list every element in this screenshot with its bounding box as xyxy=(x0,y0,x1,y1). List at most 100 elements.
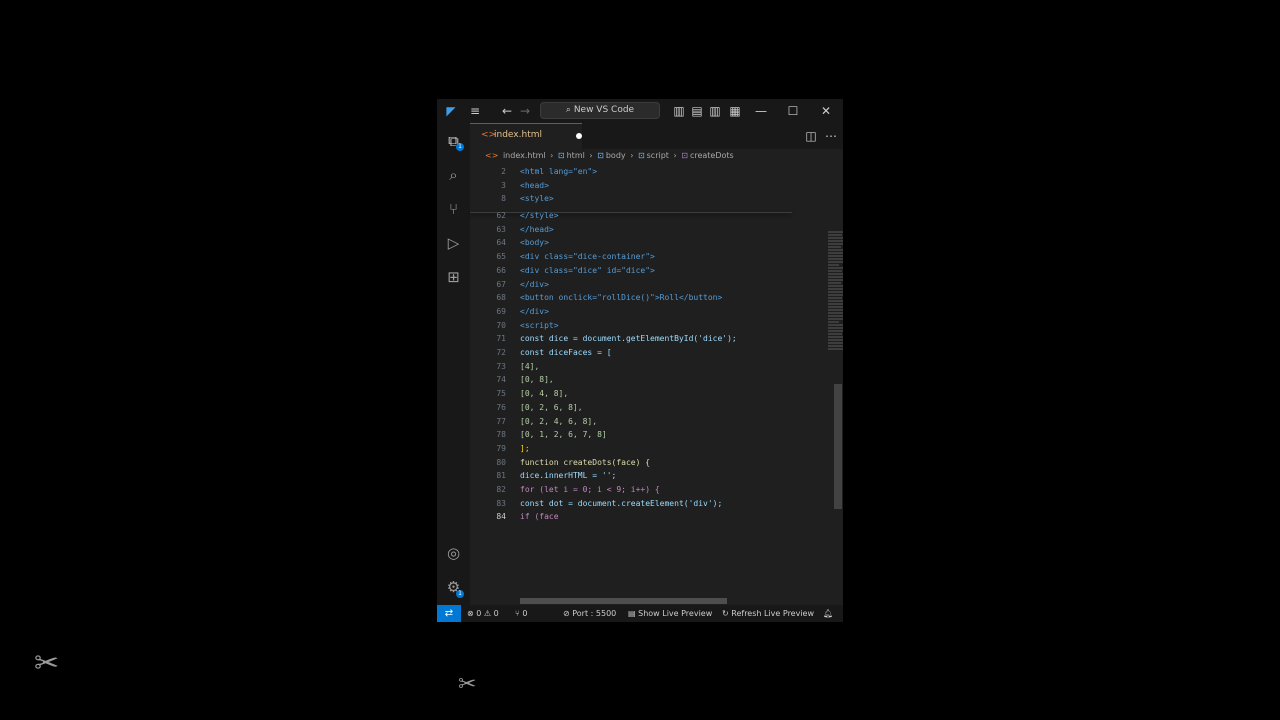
line-number: 73 xyxy=(496,361,506,371)
problems-indicator[interactable]: ⊗ 0 ⚠ 0 xyxy=(467,605,499,622)
code-line[interactable]: 77 [0, 2, 4, 6, 8], xyxy=(470,415,800,429)
chevron-right-icon: › xyxy=(589,151,593,160)
code-text: <html lang="en"> xyxy=(520,167,598,176)
code-text: <body> xyxy=(520,238,549,248)
code-text: </div> xyxy=(520,306,549,316)
explorer-badge: 1 xyxy=(456,143,464,151)
line-number: 70 xyxy=(496,320,506,330)
code-line[interactable]: 65 <div class="dice-container"> xyxy=(470,250,800,264)
minimize-icon[interactable]: — xyxy=(753,99,769,123)
code-line[interactable]: 72 const diceFaces = [ xyxy=(470,346,800,360)
close-icon[interactable]: ✕ xyxy=(818,99,834,123)
maximize-icon[interactable]: ☐ xyxy=(785,99,801,123)
element-icon: ⊡ xyxy=(637,151,645,160)
code-line[interactable]: 73 [4], xyxy=(470,360,800,374)
code-line[interactable]: 75 [0, 4, 8], xyxy=(470,387,800,401)
code-text: [0, 8], xyxy=(520,375,554,385)
code-line-current[interactable]: 84 if (face xyxy=(470,510,800,524)
code-line[interactable]: 71 const dice = document.getElementById('… xyxy=(470,332,800,346)
line-number: 69 xyxy=(496,306,506,316)
run-debug-icon[interactable]: ▷ xyxy=(437,229,470,257)
code-line[interactable]: 66 <div class="dice" id="dice"> xyxy=(470,264,800,278)
code-line[interactable]: 83 const dot = document.createElement('di… xyxy=(470,497,800,511)
code-text: </head> xyxy=(520,224,554,234)
customize-layout-icon[interactable]: ▦ xyxy=(727,99,743,123)
code-line[interactable]: 62 </style> xyxy=(470,209,800,223)
title-bar: ◤ ≡ ← → ⌕ New VS Code ▥ ▤ ▥ ▦ — ☐ ✕ xyxy=(437,99,843,123)
breadcrumb-item[interactable]: createDots xyxy=(690,151,734,160)
line-number: 67 xyxy=(496,279,506,289)
sticky-line[interactable]: 3 <head> xyxy=(470,179,800,193)
command-center-search[interactable]: ⌕ New VS Code xyxy=(540,102,660,119)
search-icon[interactable]: ⌕ xyxy=(437,161,470,189)
code-text: dice.innerHTML = ''; xyxy=(520,471,617,481)
manage-gear-icon[interactable]: ⚙ xyxy=(437,573,470,601)
sticky-line[interactable]: 8 <style> xyxy=(470,192,800,206)
code-line[interactable]: 67 </div> xyxy=(470,278,800,292)
remote-indicator-icon[interactable]: ⇄ xyxy=(437,605,461,622)
code-line[interactable]: 79]; xyxy=(470,442,800,456)
code-text: <script> xyxy=(520,320,559,330)
extensions-icon[interactable]: ⊞ xyxy=(437,263,470,291)
toggle-secondary-sidebar-icon[interactable]: ▥ xyxy=(707,99,723,123)
unsaved-dot-icon[interactable] xyxy=(576,133,582,139)
minimap[interactable] xyxy=(828,231,843,356)
code-line[interactable]: 81 dice.innerHTML = ''; xyxy=(470,469,800,483)
port-status[interactable]: ⊘ Port : 5500 xyxy=(563,605,616,622)
breadcrumb-item[interactable]: body xyxy=(606,151,626,160)
line-number: 74 xyxy=(496,375,506,385)
vertical-scrollbar[interactable] xyxy=(834,384,842,509)
horizontal-scrollbar[interactable] xyxy=(520,598,727,604)
code-line[interactable]: 68 <button onclick="rollDice()">Roll</but… xyxy=(470,291,800,305)
line-number: 8 xyxy=(501,194,506,204)
code-text: <div class="dice" id="dice"> xyxy=(520,265,655,275)
forward-arrow-icon[interactable]: → xyxy=(517,99,533,123)
breadcrumb-item[interactable]: html xyxy=(567,151,585,160)
explorer-icon[interactable]: ⧉ xyxy=(437,127,470,155)
notifications-bell-icon[interactable]: 🔔︎ xyxy=(823,605,833,622)
code-line[interactable]: 80 function createDots(face) { xyxy=(470,456,800,470)
code-line[interactable]: 64 <body> xyxy=(470,236,800,250)
vscode-logo-icon: ◤ xyxy=(446,104,456,118)
toggle-sidebar-icon[interactable]: ▥ xyxy=(671,99,687,123)
code-text: </div> xyxy=(520,279,549,289)
line-number: 3 xyxy=(501,180,506,190)
code-text: const dice = document.getElementById('di… xyxy=(520,334,737,344)
line-number: 78 xyxy=(496,430,506,440)
code-line[interactable]: 78 [0, 1, 2, 6, 7, 8] xyxy=(470,428,800,442)
account-icon[interactable]: ◎ xyxy=(437,539,470,567)
breadcrumb-item[interactable]: index.html xyxy=(503,151,546,160)
menu-icon[interactable]: ≡ xyxy=(467,99,483,123)
line-number: 72 xyxy=(496,348,506,357)
warnings-count: 0 xyxy=(493,609,499,618)
line-number: 63 xyxy=(496,224,506,234)
show-live-preview-button[interactable]: ▤ Show Live Preview xyxy=(628,605,712,622)
chevron-right-icon: › xyxy=(630,151,634,160)
activity-bar: ⧉ 1 ⌕ ⑂ ▷ ⊞ ◎ ⚙ 1 xyxy=(437,123,470,605)
code-line[interactable]: 74 [0, 8], xyxy=(470,373,800,387)
line-number: 84 xyxy=(496,512,506,522)
element-icon: ⊡ xyxy=(597,151,604,160)
code-line[interactable]: 63 </head> xyxy=(470,223,800,237)
ports-indicator[interactable]: ⑂ 0 xyxy=(515,605,527,622)
capcut-logo-small: ✂ xyxy=(458,672,477,697)
source-control-icon[interactable]: ⑂ xyxy=(437,195,470,223)
breadcrumb-item[interactable]: script xyxy=(647,151,669,160)
refresh-live-preview-button[interactable]: ↻ Refresh Live Preview xyxy=(722,605,814,622)
capcut-logo: ✂ xyxy=(34,646,60,681)
toggle-panel-icon[interactable]: ▤ xyxy=(689,99,705,123)
tab-label: index.html xyxy=(494,130,542,140)
back-arrow-icon[interactable]: ← xyxy=(499,99,515,123)
code-line[interactable]: 69 </div> xyxy=(470,305,800,319)
refresh-preview-label: Refresh Live Preview xyxy=(731,609,815,618)
code-line[interactable]: 70 <script> xyxy=(470,319,800,333)
tab-index-html[interactable]: <> index.html xyxy=(470,123,582,149)
more-actions-icon[interactable]: ⋯ xyxy=(823,124,839,148)
code-editor[interactable]: 2 <html lang="en"> 3 <head> 8 <style> 62 </s… xyxy=(470,167,843,599)
split-editor-icon[interactable]: ◫ xyxy=(803,124,819,148)
code-line[interactable]: 82 for (let i = 0; i < 9; i++) { xyxy=(470,483,800,497)
line-number: 81 xyxy=(496,471,506,481)
sticky-line[interactable]: 2 <html lang="en"> xyxy=(470,165,800,179)
code-text: [0, 1, 2, 6, 7, 8] xyxy=(520,430,607,440)
code-line[interactable]: 76 [0, 2, 6, 8], xyxy=(470,401,800,415)
